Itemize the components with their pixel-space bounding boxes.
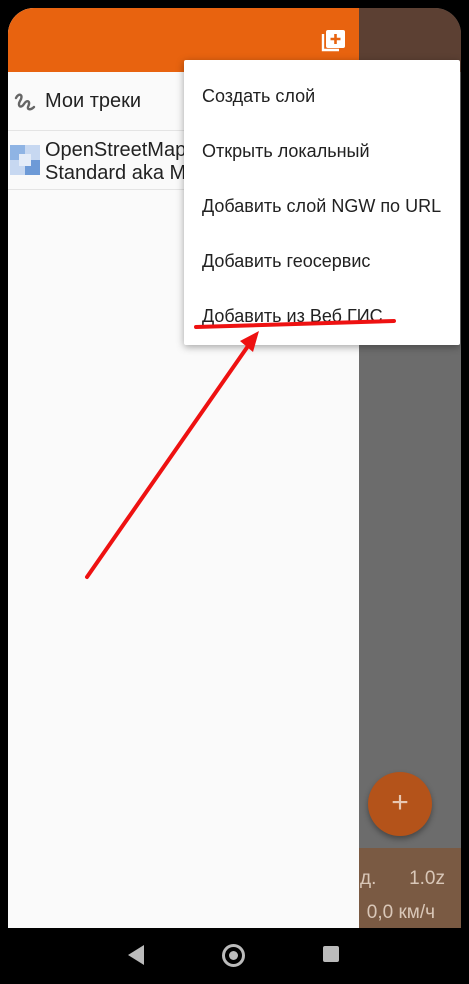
map-tile-icon [10, 145, 40, 175]
system-nav-bar [0, 928, 469, 984]
add-layer-menu: Создать слой Открыть локальный Добавить … [184, 60, 460, 345]
phone-screen: д. 1.0z 0,0 км/ч + Мои треки OpenStreetM… [8, 8, 461, 928]
status-label: д. [360, 868, 377, 889]
menu-item-add-from-webgis[interactable]: Добавить из Веб ГИС [202, 306, 383, 327]
layer-label-line1: OpenStreetMap [45, 139, 187, 161]
back-icon[interactable] [126, 944, 146, 966]
layer-label: OpenStreetMap Standard aka M [45, 139, 186, 185]
speed-readout: 0,0 км/ч [366, 902, 435, 923]
menu-item-add-geoservice[interactable]: Добавить геосервис [202, 251, 370, 272]
add-layer-icon[interactable] [321, 30, 345, 52]
menu-item-open-local[interactable]: Открыть локальный [202, 141, 370, 162]
add-fab-button[interactable]: + [368, 772, 432, 836]
layer-label-line2: Standard aka M [45, 162, 187, 184]
track-icon [14, 93, 36, 111]
zoom-level: 1.0z [409, 868, 445, 889]
menu-item-create-layer[interactable]: Создать слой [202, 86, 315, 107]
menu-item-add-ngw-url[interactable]: Добавить слой NGW по URL [202, 196, 441, 217]
layer-label: Мои треки [45, 90, 142, 112]
recent-apps-icon[interactable] [323, 946, 339, 962]
home-icon[interactable] [222, 944, 245, 967]
